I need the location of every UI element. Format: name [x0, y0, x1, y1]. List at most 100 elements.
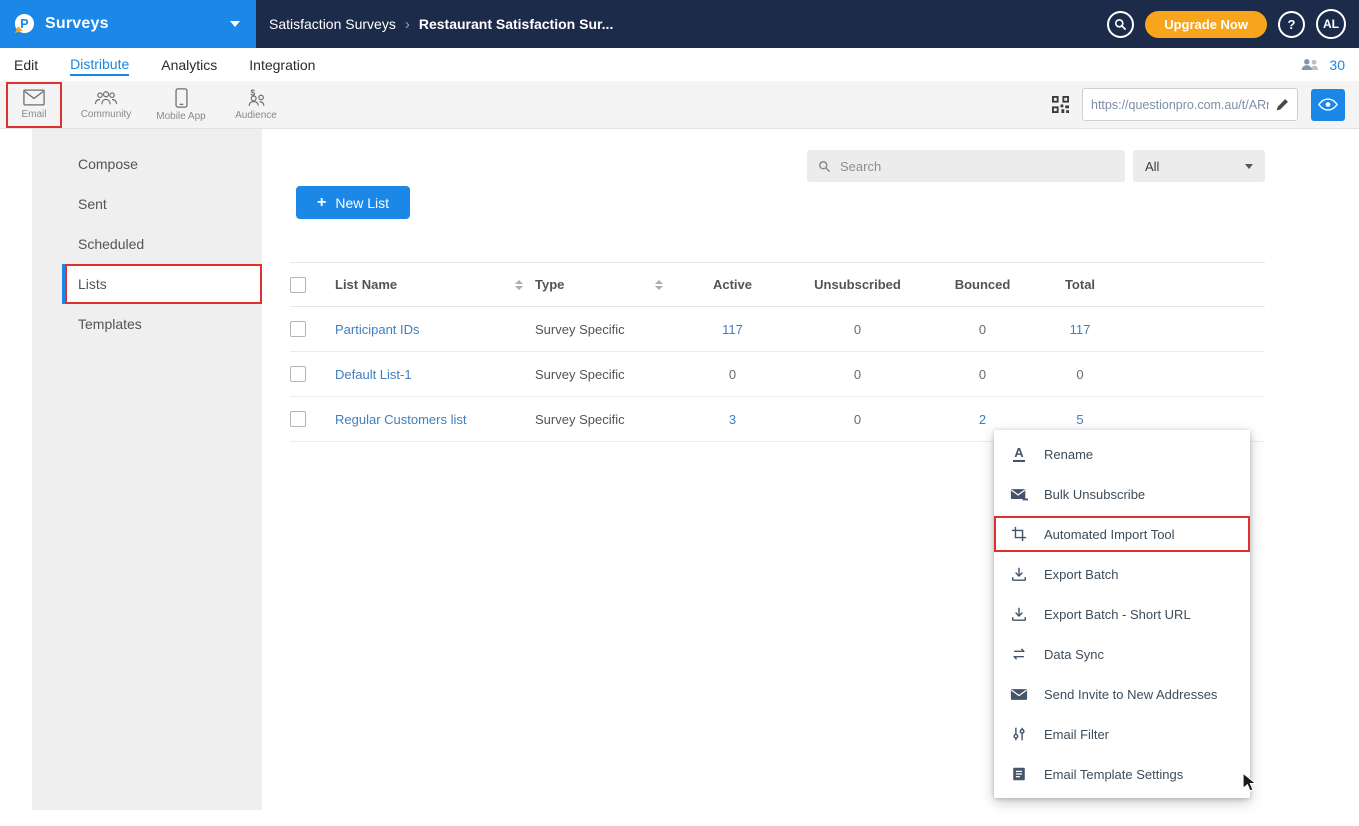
row-checkbox[interactable] [290, 366, 306, 382]
rename-icon: A [1010, 446, 1028, 462]
menu-item-export-batch[interactable]: Export Batch [994, 554, 1250, 594]
channel-community[interactable]: Community [78, 82, 134, 128]
header-type[interactable]: Type [535, 277, 675, 292]
new-list-label: New List [335, 195, 389, 211]
tab-analytics[interactable]: Analytics [161, 55, 217, 75]
list-search [807, 150, 1125, 182]
filter-sliders-icon [1010, 726, 1028, 742]
table-row: Default List-1 Survey Specific 0 0 0 0 [290, 352, 1265, 397]
channel-email-label: Email [21, 109, 46, 120]
respondent-count[interactable]: 30 [1329, 57, 1345, 73]
breadcrumb-current: Restaurant Satisfaction Sur... [419, 16, 614, 32]
menu-item-rename[interactable]: A Rename [994, 434, 1250, 474]
channel-audience-label: Audience [235, 110, 277, 121]
mail-icon [1010, 687, 1028, 702]
sort-icon[interactable] [655, 280, 663, 290]
crop-import-icon [1010, 526, 1028, 542]
toolbar-link-tools [1052, 88, 1345, 121]
menu-item-email-template-settings[interactable]: Email Template Settings [994, 754, 1250, 794]
topbar-actions: Upgrade Now ? AL [1107, 9, 1359, 39]
list-filter-dropdown[interactable]: All [1133, 150, 1265, 182]
community-icon [94, 89, 118, 106]
header-unsubscribed: Unsubscribed [790, 263, 925, 307]
svg-text:P: P [20, 16, 28, 30]
channel-community-label: Community [81, 109, 132, 120]
menu-item-send-invite[interactable]: Send Invite to New Addresses [994, 674, 1250, 714]
menu-item-email-filter[interactable]: Email Filter [994, 714, 1250, 754]
search-input[interactable] [840, 159, 1114, 174]
edit-url-icon[interactable] [1275, 98, 1289, 112]
tab-distribute[interactable]: Distribute [70, 54, 129, 76]
channel-audience[interactable]: $ Audience [228, 82, 284, 128]
channel-mobile-app[interactable]: Mobile App [150, 82, 212, 128]
chevron-down-icon [1245, 164, 1253, 169]
audience-icon: $ [244, 88, 268, 107]
survey-url-input[interactable] [1091, 98, 1269, 112]
section-tabs: Edit Distribute Analytics Integration 30 [0, 48, 1359, 81]
sidebar-item-lists[interactable]: Lists [62, 264, 262, 304]
upgrade-button[interactable]: Upgrade Now [1145, 11, 1267, 38]
mobile-app-icon [175, 88, 188, 108]
bulk-unsubscribe-icon [1010, 487, 1028, 502]
breadcrumb-separator-icon: › [405, 16, 410, 33]
list-name-link[interactable]: Default List-1 [335, 367, 412, 382]
breadcrumb: Satisfaction Surveys › Restaurant Satisf… [269, 16, 613, 33]
channel-email[interactable]: Email [6, 82, 62, 128]
row-checkbox[interactable] [290, 321, 306, 337]
active-count[interactable]: 3 [675, 397, 790, 442]
respondents-icon [1300, 58, 1320, 71]
total-count[interactable]: 117 [1040, 307, 1120, 352]
download-icon [1010, 606, 1028, 622]
sidebar-item-lists-label: Lists [78, 276, 107, 292]
avatar[interactable]: AL [1316, 9, 1346, 39]
search-button[interactable] [1107, 11, 1134, 38]
menu-item-data-sync[interactable]: Data Sync [994, 634, 1250, 674]
help-button[interactable]: ? [1278, 11, 1305, 38]
sidebar-item-scheduled[interactable]: Scheduled [62, 224, 262, 264]
template-icon [1010, 766, 1028, 782]
questionpro-logo-icon: P [12, 13, 35, 36]
menu-item-bulk-unsubscribe[interactable]: Bulk Unsubscribe [994, 474, 1250, 514]
tab-edit[interactable]: Edit [14, 55, 38, 75]
preview-button[interactable] [1311, 89, 1345, 121]
list-actions-menu: A Rename Bulk Unsubscribe Automated Impo… [994, 430, 1250, 798]
tab-integration[interactable]: Integration [249, 55, 315, 75]
total-count: 0 [1040, 352, 1120, 397]
menu-item-automated-import-tool[interactable]: Automated Import Tool [994, 514, 1250, 554]
list-name-link[interactable]: Regular Customers list [335, 412, 467, 427]
search-icon [1114, 18, 1127, 31]
unsubscribed-count: 0 [790, 307, 925, 352]
active-count[interactable]: 117 [675, 307, 790, 352]
sidebar-item-compose[interactable]: Compose [62, 144, 262, 184]
breadcrumb-parent[interactable]: Satisfaction Surveys [269, 16, 396, 32]
sort-icon[interactable] [515, 280, 523, 290]
select-all-checkbox[interactable] [290, 277, 306, 293]
header-total: Total [1040, 263, 1120, 307]
bounced-count: 0 [925, 352, 1040, 397]
new-list-button[interactable]: + New List [296, 186, 410, 219]
chevron-down-icon [230, 21, 240, 27]
menu-item-export-batch-short-url[interactable]: Export Batch - Short URL [994, 594, 1250, 634]
list-type: Survey Specific [535, 352, 675, 397]
product-name: Surveys [45, 15, 109, 33]
topbar: P Surveys Satisfaction Surveys › Restaur… [0, 0, 1359, 48]
unsubscribed-count: 0 [790, 397, 925, 442]
list-name-link[interactable]: Participant IDs [335, 322, 420, 337]
header-list-name[interactable]: List Name [335, 277, 535, 292]
email-icon [23, 89, 45, 106]
row-checkbox[interactable] [290, 411, 306, 427]
filter-value: All [1145, 159, 1159, 174]
plus-icon: + [317, 195, 326, 211]
list-controls: All [290, 150, 1265, 182]
qr-code-icon[interactable] [1052, 96, 1069, 113]
survey-url-field [1082, 88, 1298, 121]
sync-icon [1010, 646, 1028, 662]
sidebar-item-sent[interactable]: Sent [62, 184, 262, 224]
table-header-row: List Name Type Active Unsubscribed Bounc… [290, 263, 1265, 307]
download-icon [1010, 566, 1028, 582]
active-count: 0 [675, 352, 790, 397]
channel-mobile-app-label: Mobile App [156, 111, 205, 122]
sidebar-item-templates[interactable]: Templates [62, 304, 262, 344]
unsubscribed-count: 0 [790, 352, 925, 397]
product-switcher[interactable]: P Surveys [0, 0, 256, 48]
